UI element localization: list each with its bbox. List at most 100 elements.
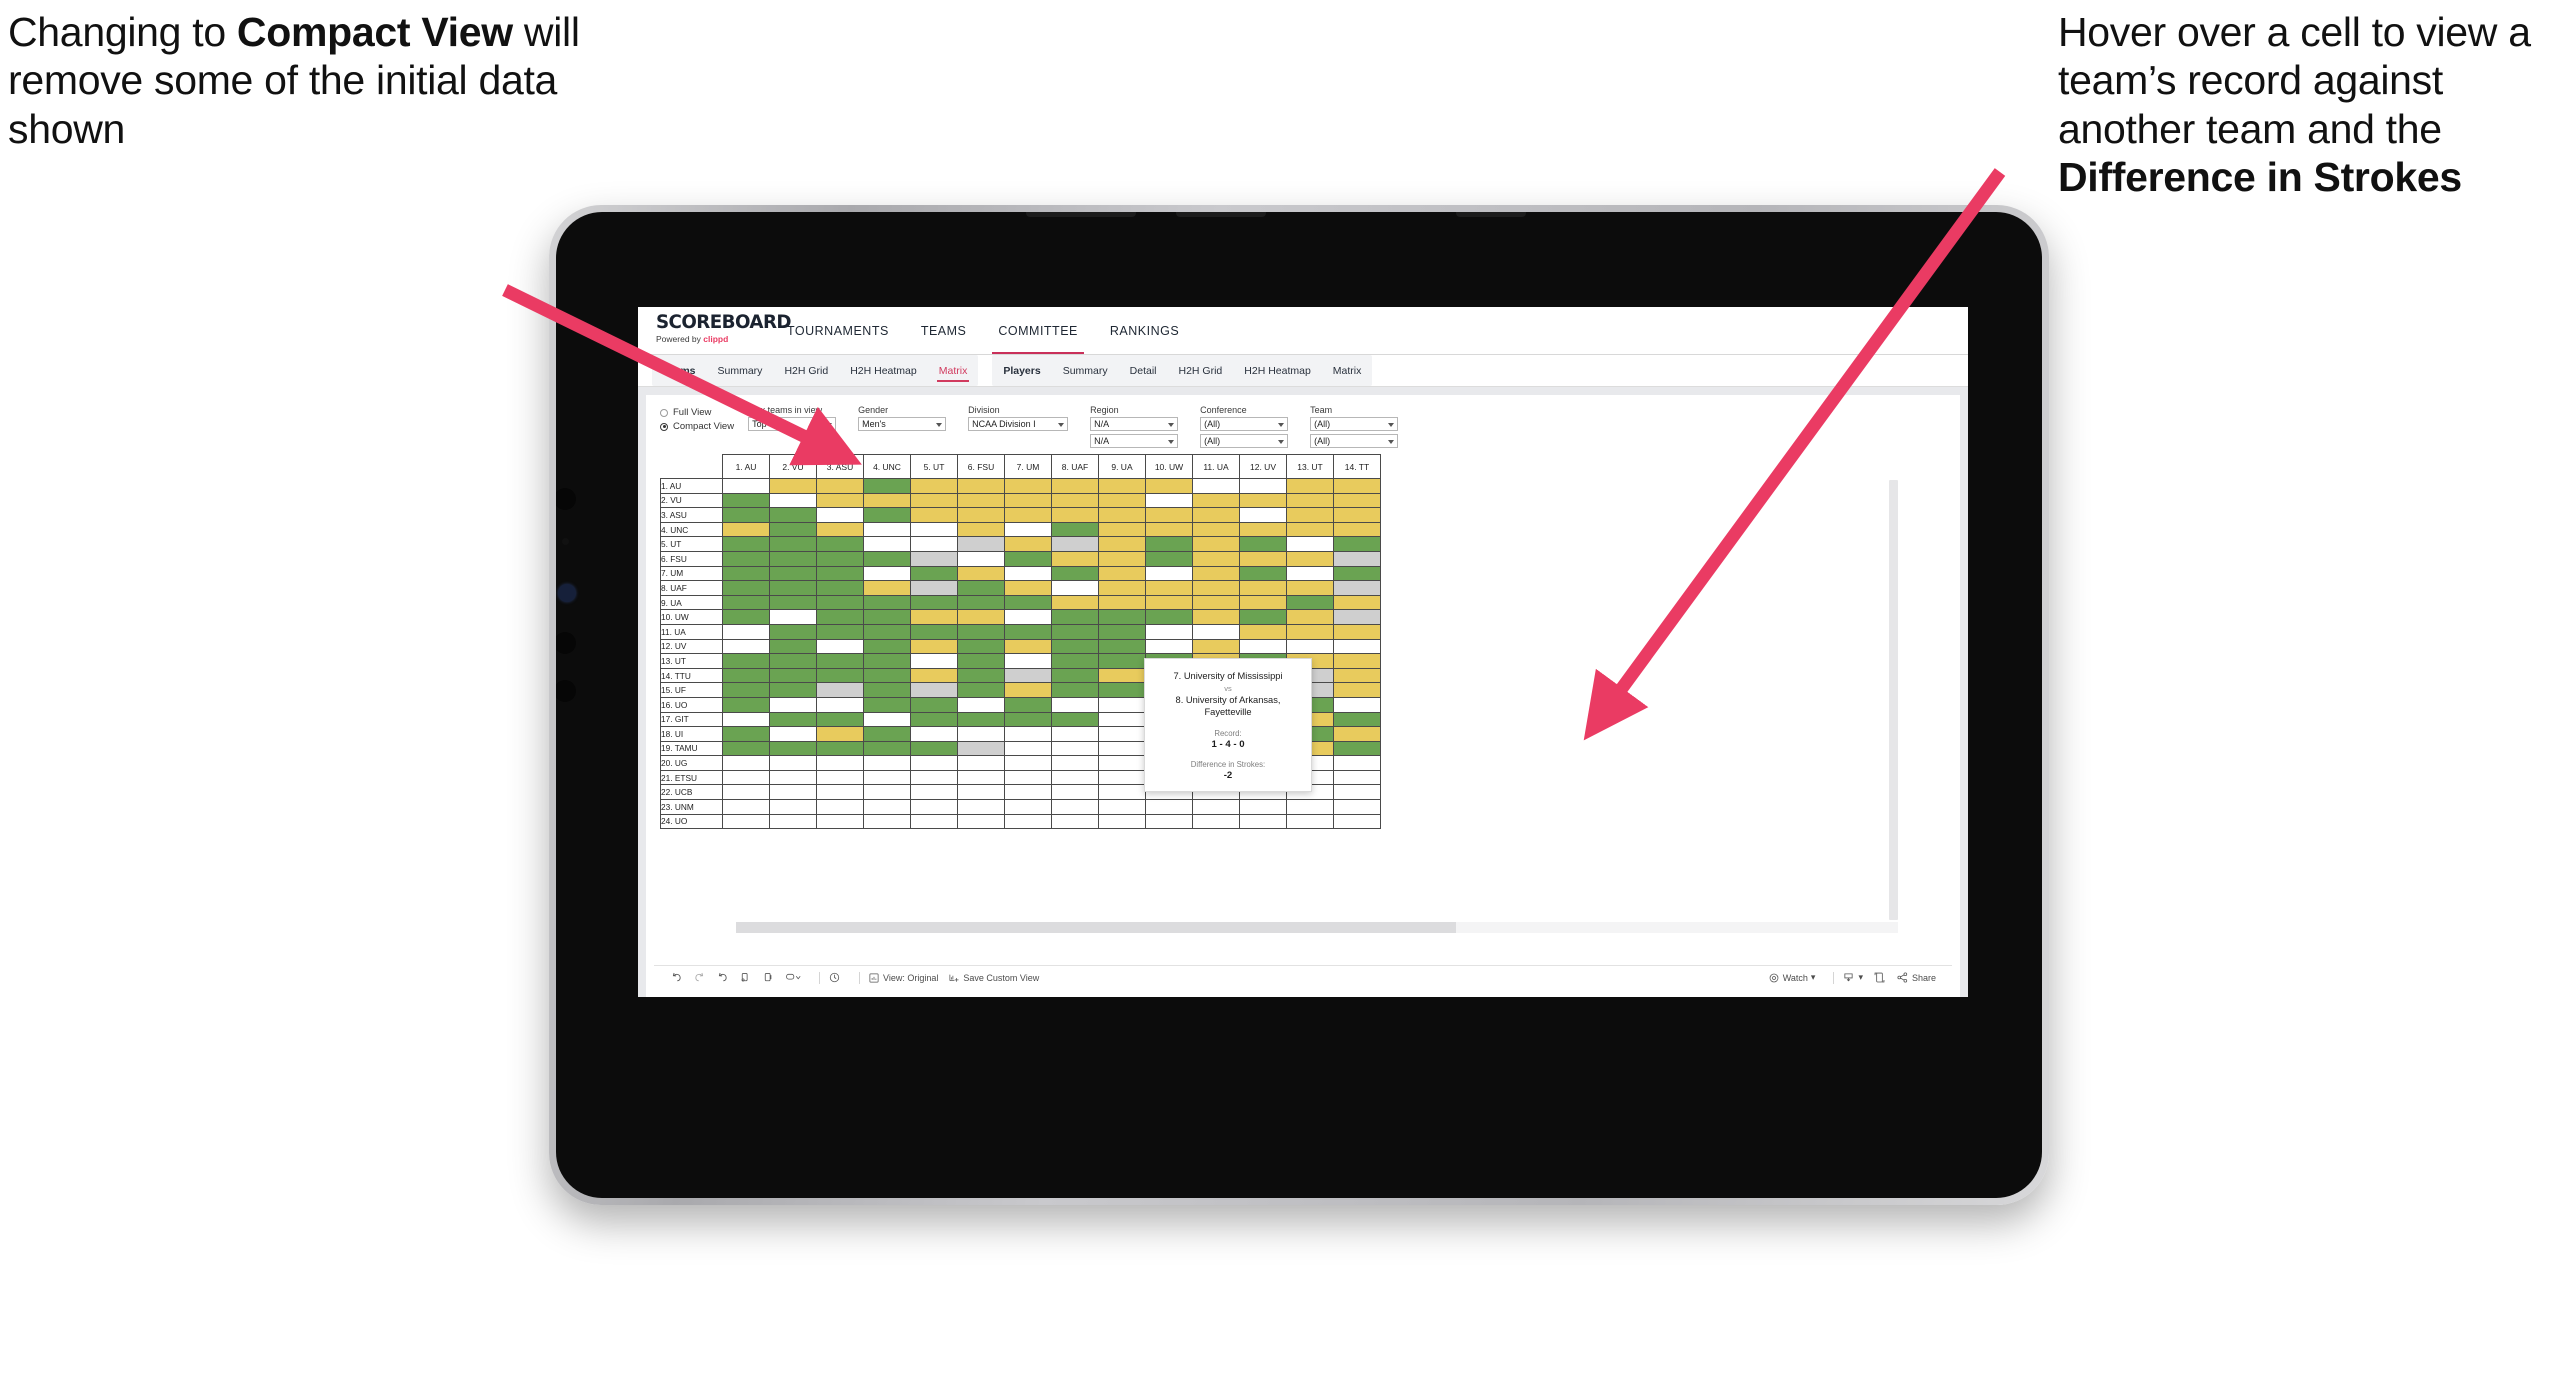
matrix-cell[interactable] — [1333, 580, 1381, 596]
matrix-cell[interactable] — [1004, 609, 1052, 625]
subnav-teams-h2h-grid[interactable]: H2H Grid — [773, 355, 839, 386]
nav-rankings[interactable]: RANKINGS — [1094, 307, 1195, 354]
nav-committee[interactable]: COMMITTEE — [982, 307, 1094, 354]
matrix-cell[interactable] — [1333, 623, 1381, 640]
matrix-cell[interactable] — [910, 740, 958, 757]
matrix-cell[interactable] — [769, 755, 817, 771]
matrix-cell[interactable] — [1098, 609, 1146, 625]
matrix-cell[interactable] — [1333, 711, 1381, 728]
matrix-cell[interactable] — [1145, 492, 1193, 509]
matrix-cell[interactable] — [910, 609, 958, 625]
matrix-cell[interactable] — [769, 799, 817, 815]
matrix-cell[interactable] — [863, 755, 911, 771]
matrix-cell[interactable] — [863, 478, 911, 494]
matrix-cell[interactable] — [1145, 507, 1193, 523]
matrix-cell[interactable] — [1004, 507, 1052, 523]
matrix-cell[interactable] — [722, 638, 770, 655]
matrix-cell[interactable] — [863, 769, 911, 786]
matrix-cell[interactable] — [1333, 521, 1381, 538]
matrix-cell[interactable] — [769, 565, 817, 582]
region-select-1[interactable]: N/A — [1090, 417, 1179, 431]
matrix-cell[interactable] — [910, 653, 958, 669]
matrix-cell[interactable] — [1333, 478, 1381, 494]
subnav-teams-summary[interactable]: Summary — [707, 355, 774, 386]
matrix-cell[interactable] — [863, 784, 911, 801]
matrix-cell[interactable] — [816, 492, 864, 509]
matrix-cell[interactable] — [863, 609, 911, 625]
matrix-cell[interactable] — [1286, 536, 1334, 552]
matrix-cell[interactable] — [1051, 813, 1099, 830]
matrix-cell[interactable] — [1192, 813, 1240, 830]
matrix-cell[interactable] — [1192, 638, 1240, 655]
matrix-cell[interactable] — [1098, 813, 1146, 830]
matrix-cell[interactable] — [910, 565, 958, 582]
matrix-cell[interactable] — [863, 594, 911, 611]
matrix-cell[interactable] — [722, 521, 770, 538]
matrix-cell[interactable] — [1145, 565, 1193, 582]
matrix-cell[interactable] — [1051, 580, 1099, 596]
team-select-2[interactable]: (All) — [1310, 434, 1399, 448]
matrix-cell[interactable] — [722, 813, 770, 830]
subnav-players-h2h-grid[interactable]: H2H Grid — [1168, 355, 1234, 386]
matrix-cell[interactable] — [769, 682, 817, 698]
matrix-cell[interactable] — [722, 623, 770, 640]
matrix-cell[interactable] — [1192, 565, 1240, 582]
matrix-cell[interactable] — [769, 653, 817, 669]
matrix-cell[interactable] — [722, 536, 770, 552]
matrix-cell[interactable] — [1286, 580, 1334, 596]
presentation-mode-button[interactable] — [785, 971, 801, 984]
undo-button[interactable] — [670, 971, 683, 984]
matrix-cell[interactable] — [722, 653, 770, 669]
matrix-cell[interactable] — [1004, 594, 1052, 611]
matrix-cell[interactable] — [957, 638, 1005, 655]
matrix-cell[interactable] — [1239, 550, 1287, 567]
matrix-cell[interactable] — [863, 653, 911, 669]
matrix-cell[interactable] — [816, 594, 864, 611]
matrix-cell[interactable] — [1051, 667, 1099, 684]
matrix-cell[interactable] — [1333, 507, 1381, 523]
matrix-cell[interactable] — [722, 682, 770, 698]
matrix-cell[interactable] — [769, 769, 817, 786]
matrix-cell[interactable] — [1051, 638, 1099, 655]
matrix-cell[interactable] — [1098, 550, 1146, 567]
matrix-cell[interactable] — [1145, 536, 1193, 552]
matrix-cell[interactable] — [1333, 682, 1381, 698]
matrix-cell[interactable] — [863, 492, 911, 509]
matrix-cell[interactable] — [910, 755, 958, 771]
matrix-cell[interactable] — [910, 813, 958, 830]
matrix-cell[interactable] — [1333, 550, 1381, 567]
matrix-cell[interactable] — [769, 784, 817, 801]
matrix-cell[interactable] — [1192, 623, 1240, 640]
matrix-cell[interactable] — [1004, 492, 1052, 509]
watch-button[interactable]: Watch ▾ — [1768, 972, 1815, 984]
matrix-cell[interactable] — [769, 478, 817, 494]
view-original-button[interactable]: View: Original — [868, 972, 938, 984]
matrix-cell[interactable] — [1051, 565, 1099, 582]
matrix-cell[interactable] — [863, 565, 911, 582]
matrix-cell[interactable] — [1239, 638, 1287, 655]
matrix-cell[interactable] — [769, 521, 817, 538]
matrix-cell[interactable] — [1004, 696, 1052, 713]
matrix-cell[interactable] — [1004, 580, 1052, 596]
refresh-button[interactable] — [739, 971, 752, 984]
matrix-cell[interactable] — [910, 478, 958, 494]
matrix-cell[interactable] — [816, 536, 864, 552]
matrix-cell[interactable] — [1145, 550, 1193, 567]
matrix-cell[interactable] — [769, 594, 817, 611]
matrix-cell[interactable] — [722, 550, 770, 567]
matrix-cell[interactable] — [957, 799, 1005, 815]
matrix-cell[interactable] — [816, 565, 864, 582]
matrix-cell[interactable] — [957, 580, 1005, 596]
matrix-cell[interactable] — [816, 507, 864, 523]
matrix-cell[interactable] — [722, 507, 770, 523]
revert-button[interactable] — [716, 971, 729, 984]
matrix-cell[interactable] — [1004, 478, 1052, 494]
matrix-cell[interactable] — [1192, 536, 1240, 552]
matrix-cell[interactable] — [1098, 682, 1146, 698]
matrix-cell[interactable] — [816, 609, 864, 625]
matrix-cell[interactable] — [722, 696, 770, 713]
matrix-cell[interactable] — [863, 813, 911, 830]
matrix-cell[interactable] — [910, 638, 958, 655]
matrix-cell[interactable] — [1098, 696, 1146, 713]
matrix-cell[interactable] — [1004, 653, 1052, 669]
